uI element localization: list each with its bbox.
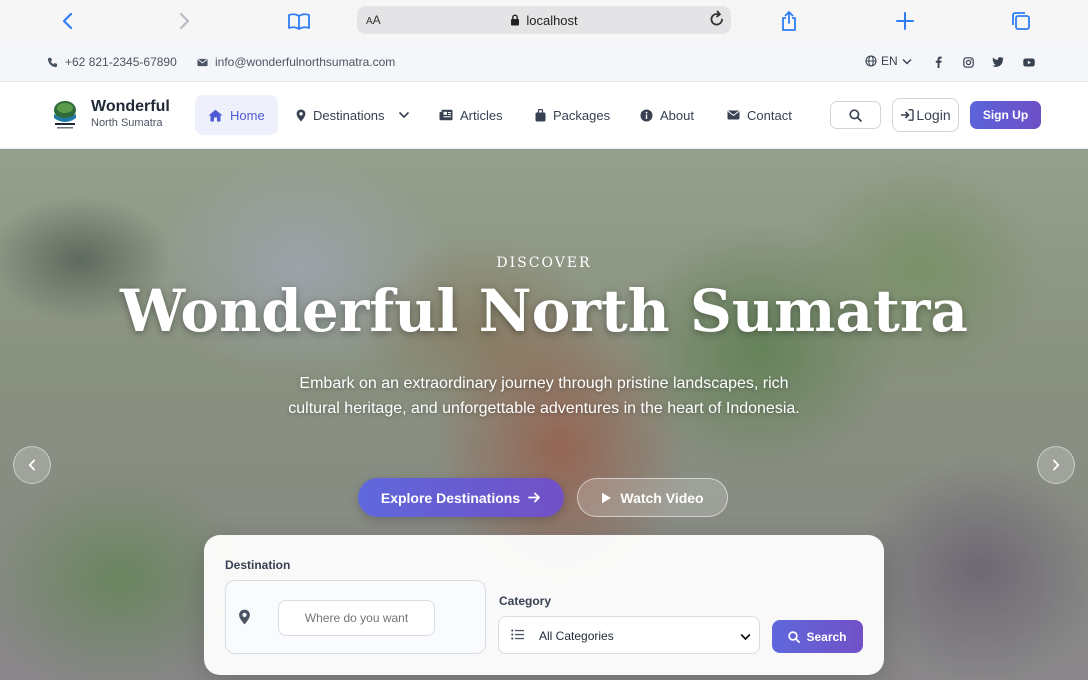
carousel-prev-button[interactable]: [13, 446, 51, 484]
browser-toolbar: AA localhost: [0, 0, 1088, 42]
language-code: EN: [881, 54, 898, 68]
explore-destinations-button[interactable]: Explore Destinations: [358, 478, 564, 517]
url-text: localhost: [526, 12, 578, 28]
email-address: info@wonderfulnorthsumatra.com: [215, 55, 396, 69]
envelope-icon: [197, 58, 208, 66]
play-icon: [602, 492, 612, 503]
map-pin-icon: [296, 109, 306, 121]
url-display: localhost: [510, 12, 578, 28]
search-icon: [849, 108, 862, 122]
newspaper-icon: [439, 109, 453, 121]
destination-input[interactable]: [278, 600, 435, 636]
nav-articles[interactable]: Articles: [426, 95, 516, 135]
bookmarks-icon[interactable]: [286, 6, 312, 36]
nav-packages-label: Packages: [553, 107, 611, 123]
share-icon[interactable]: [778, 6, 800, 36]
chevron-down-icon: [398, 111, 409, 119]
twitter-icon[interactable]: [991, 55, 1005, 69]
signup-label: Sign Up: [982, 108, 1029, 122]
explore-label: Explore Destinations: [380, 489, 521, 506]
chevron-down-icon: [902, 58, 912, 64]
facebook-icon[interactable]: [931, 55, 945, 69]
hero-title: Wonderful North Sumatra: [120, 277, 968, 345]
hero-eyebrow: DISCOVER: [496, 255, 592, 271]
search-submit-button[interactable]: Search: [772, 620, 863, 653]
search-icon: [788, 630, 801, 643]
category-value: All Categories: [539, 629, 614, 643]
chevron-left-icon: [28, 459, 35, 471]
login-label: Login: [916, 107, 951, 123]
globe-icon: [865, 55, 877, 67]
destination-field-group: [225, 580, 486, 654]
map-pin-icon: [238, 609, 251, 630]
reload-icon[interactable]: [709, 10, 725, 33]
instagram-icon[interactable]: [961, 55, 975, 69]
nav-home[interactable]: Home: [195, 95, 278, 135]
hero-section: DISCOVER Wonderful North Sumatra Embark …: [0, 149, 1088, 680]
main-navbar: Wonderful North Sumatra Home Destination…: [0, 82, 1088, 149]
phone-contact[interactable]: +62 821-2345-67890: [47, 55, 177, 69]
watch-video-button[interactable]: Watch Video: [577, 478, 728, 517]
tabs-overview-icon[interactable]: [1010, 6, 1032, 36]
login-icon: [901, 109, 915, 121]
contact-strip: +62 821-2345-67890 info@wonderfulnorthsu…: [0, 42, 1088, 82]
search-card: Destination Category All Categories: [204, 535, 884, 675]
chevron-down-icon: [740, 630, 751, 644]
search-submit-label: Search: [806, 629, 847, 644]
new-tab-icon[interactable]: [895, 6, 915, 36]
suitcase-icon: [535, 108, 546, 121]
category-label: Category: [499, 594, 552, 608]
text-size-button[interactable]: AA: [366, 13, 381, 27]
search-button[interactable]: [830, 101, 881, 129]
nav-destinations-label: Destinations: [313, 107, 385, 123]
watch-label: Watch Video: [620, 489, 704, 506]
forward-icon[interactable]: [175, 6, 193, 36]
nav-articles-label: Articles: [460, 107, 503, 123]
phone-icon: [47, 57, 58, 67]
language-selector[interactable]: EN: [865, 54, 912, 68]
logo[interactable]: [51, 100, 79, 132]
nav-packages[interactable]: Packages: [522, 95, 623, 135]
signup-button[interactable]: Sign Up: [970, 101, 1041, 129]
phone-number: +62 821-2345-67890: [65, 55, 177, 69]
email-contact[interactable]: info@wonderfulnorthsumatra.com: [197, 55, 395, 69]
back-icon[interactable]: [58, 6, 76, 36]
nav-about-label: About: [660, 107, 694, 123]
address-bar[interactable]: AA localhost: [357, 6, 731, 34]
chevron-right-icon: [1053, 459, 1060, 471]
home-icon: [208, 109, 223, 121]
hero-description: Embark on an extraordinary journey throu…: [288, 375, 800, 417]
youtube-icon[interactable]: [1022, 55, 1036, 69]
arrow-right-icon: [528, 492, 541, 503]
info-icon: [640, 109, 653, 121]
destination-label: Destination: [225, 558, 291, 572]
brand-subtitle: North Sumatra: [91, 117, 163, 129]
nav-contact[interactable]: Contact: [714, 95, 805, 135]
login-button[interactable]: Login: [892, 98, 959, 132]
lock-icon: [511, 14, 520, 26]
nav-destinations[interactable]: Destinations: [283, 95, 423, 135]
brand-title[interactable]: Wonderful: [91, 98, 170, 116]
carousel-next-button[interactable]: [1037, 446, 1075, 484]
category-select[interactable]: All Categories: [498, 616, 760, 654]
nav-home-label: Home: [230, 107, 265, 123]
nav-about[interactable]: About: [627, 95, 707, 135]
list-icon: [511, 629, 524, 643]
envelope-icon: [727, 110, 740, 120]
nav-contact-label: Contact: [747, 107, 792, 123]
